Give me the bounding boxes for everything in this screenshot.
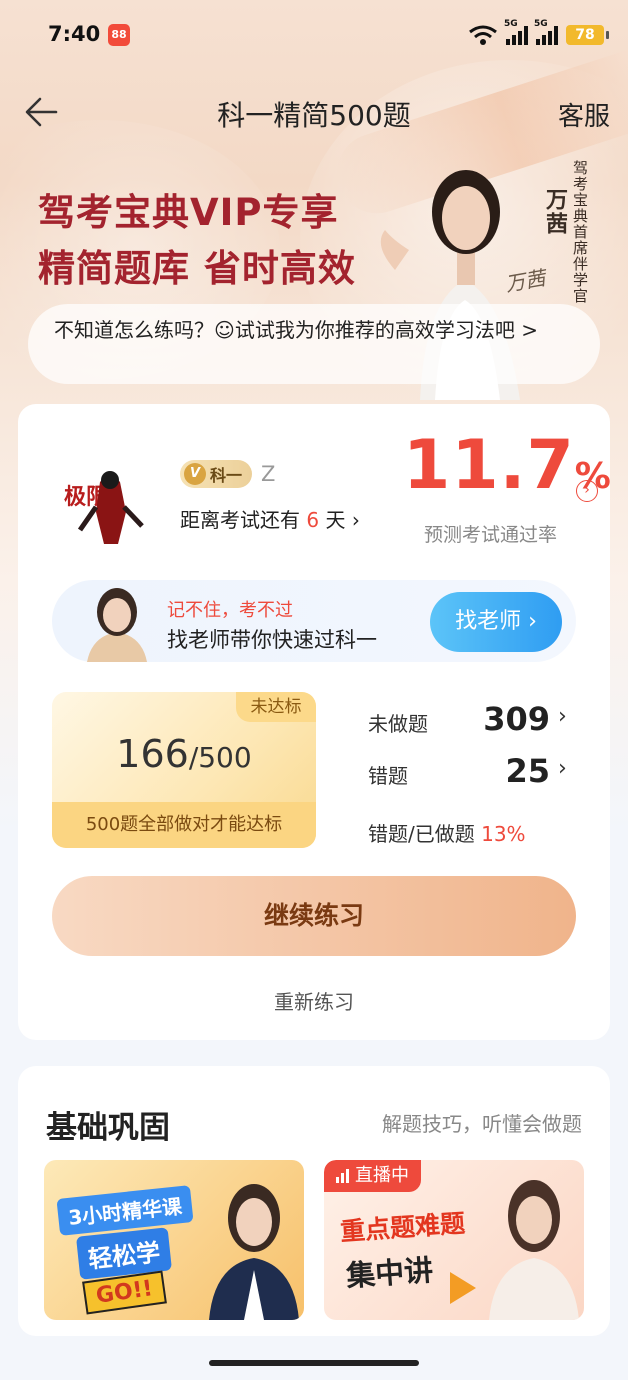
signal-icon-2: 5G bbox=[534, 19, 558, 45]
course-card-live[interactable]: 直播中 重点题难题 集中讲 bbox=[324, 1160, 584, 1320]
find-teacher-button[interactable]: 找老师 › bbox=[430, 592, 562, 652]
signal-icon: 5G bbox=[504, 19, 528, 45]
nav-bar: 科一精简500题 客服 bbox=[0, 82, 628, 142]
instructor-image bbox=[209, 1184, 299, 1320]
section-subtitle: 解题技巧，听懂会做题 bbox=[382, 1112, 582, 1136]
spokesperson-name: 万茜 bbox=[542, 188, 567, 236]
status-badge: 未达标 bbox=[236, 692, 316, 722]
restart-practice-button[interactable]: 重新练习 bbox=[18, 986, 610, 1015]
banner-headline: 驾考宝典VIP专享 bbox=[38, 191, 339, 234]
progress-done: 166 bbox=[116, 732, 189, 776]
live-badge: 直播中 bbox=[324, 1160, 421, 1192]
course-card-essentials[interactable]: 3小时精华课 轻松学 GO!! bbox=[44, 1160, 304, 1320]
pass-rate-chevron-icon[interactable]: › bbox=[576, 480, 598, 502]
live-bars-icon bbox=[336, 1169, 349, 1183]
exam-countdown[interactable]: 距离考试还有 6 天 › bbox=[180, 504, 360, 533]
progress-note: 500题全部做对才能达标 bbox=[52, 802, 316, 848]
user-avatar[interactable]: 极限 bbox=[60, 452, 160, 552]
teacher-promo-tagline: 记不住，考不过 bbox=[167, 600, 293, 621]
progress-count: 166/500 bbox=[52, 732, 316, 776]
customer-service-button[interactable]: 客服 bbox=[558, 96, 610, 133]
wrong-value[interactable]: 25 bbox=[458, 752, 550, 790]
course-title-line2: 集中讲 bbox=[345, 1253, 435, 1293]
vip-icon: V bbox=[184, 463, 206, 485]
section-title: 基础巩固 bbox=[46, 1110, 170, 1146]
play-icon bbox=[450, 1272, 476, 1304]
chevron-right-icon[interactable]: › bbox=[558, 756, 567, 781]
vip-subject-badge: V 科一 bbox=[180, 460, 253, 488]
wifi-icon bbox=[469, 25, 497, 45]
basic-consolidation-section: 基础巩固 解题技巧，听懂会做题 3小时精华课 轻松学 GO!! 直播中 重点题难… bbox=[18, 1066, 610, 1336]
question-progress-panel: 未达标 166/500 500题全部做对才能达标 bbox=[52, 692, 316, 848]
progress-card: 极限 V 科一 Z 距离考试还有 6 天 › 11.7% › 预测考试通过率 记… bbox=[18, 404, 611, 1040]
progress-total: /500 bbox=[188, 741, 252, 774]
page-title: 科一精简500题 bbox=[217, 99, 411, 132]
wrong-ratio: 错题/已做题 13% bbox=[368, 822, 526, 846]
course-title-line1: 重点题难题 bbox=[339, 1208, 466, 1247]
vip-subject-label: 科一 bbox=[210, 466, 243, 485]
banner-subheadline: 精简题库 省时高效 bbox=[38, 247, 356, 290]
status-bar: 7:40 88 5G 5G 78 bbox=[0, 0, 628, 70]
username: Z bbox=[261, 462, 276, 486]
app-notification-icon: 88 bbox=[108, 24, 130, 46]
battery-icon: 78 bbox=[566, 25, 609, 45]
instructor-image bbox=[489, 1180, 579, 1320]
home-indicator[interactable] bbox=[209, 1360, 419, 1366]
teacher-promo-banner[interactable]: 记不住，考不过 找老师带你快速过科一 找老师 › bbox=[52, 580, 576, 662]
chevron-right-icon: › bbox=[351, 508, 360, 532]
teacher-avatar bbox=[87, 588, 147, 662]
undone-label[interactable]: 未做题 bbox=[368, 708, 428, 737]
course-title-line1: 3小时精华课 bbox=[56, 1185, 194, 1236]
exam-days-count: 6 bbox=[306, 508, 320, 532]
study-tip-banner[interactable]: 不知道怎么练吗？☺试试我为你推荐的高效学习法吧 > bbox=[28, 304, 600, 384]
status-time: 7:40 bbox=[48, 22, 101, 46]
wrong-label[interactable]: 错题 bbox=[368, 760, 408, 789]
pass-rate-label: 预测考试通过率 bbox=[424, 524, 558, 546]
continue-practice-button[interactable]: 继续练习 bbox=[52, 876, 576, 956]
chevron-right-icon[interactable]: › bbox=[558, 704, 567, 729]
spokesperson-title: 驾考宝典首席伴学官 bbox=[571, 160, 589, 304]
wrong-ratio-value: 13% bbox=[481, 822, 526, 846]
undone-value[interactable]: 309 bbox=[458, 700, 550, 738]
teacher-promo-text: 找老师带你快速过科一 bbox=[167, 628, 377, 652]
